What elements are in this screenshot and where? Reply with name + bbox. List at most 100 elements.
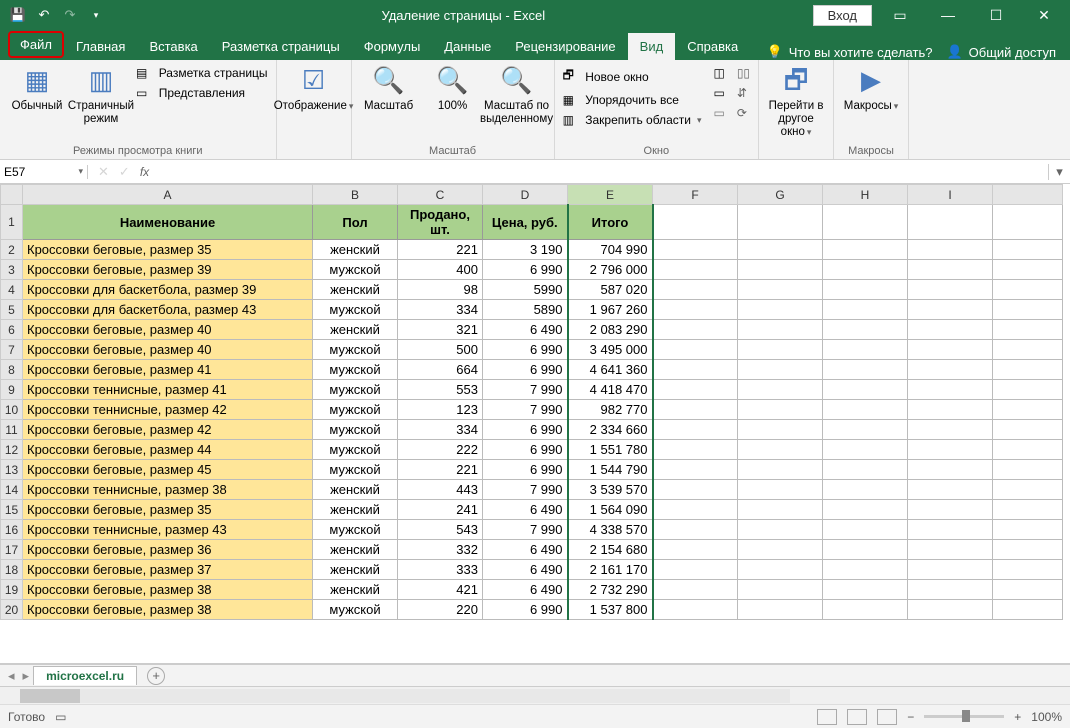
arrange-all-button[interactable]: ▦ Упорядочить все: [563, 91, 702, 109]
cell[interactable]: 6 490: [483, 320, 568, 340]
cell[interactable]: 6 990: [483, 600, 568, 620]
fx-icon[interactable]: fx: [140, 165, 149, 179]
cell[interactable]: Кроссовки беговые, размер 35: [23, 240, 313, 260]
cell[interactable]: Кроссовки беговые, размер 45: [23, 460, 313, 480]
zoom-slider[interactable]: [924, 715, 1004, 718]
cell[interactable]: 704 990: [568, 240, 653, 260]
cell[interactable]: 2 334 660: [568, 420, 653, 440]
tab-help[interactable]: Справка: [675, 33, 750, 60]
name-box[interactable]: E57▾: [0, 165, 88, 179]
new-window-button[interactable]: 🗗 Новое окно: [563, 64, 702, 89]
zoom-selection-button[interactable]: 🔍 Масштаб по выделенному: [488, 64, 546, 126]
new-sheet-button[interactable]: +: [147, 667, 165, 685]
horizontal-scrollbar[interactable]: [0, 686, 1070, 704]
row-header[interactable]: 16: [1, 520, 23, 540]
page-layout-button[interactable]: ▤ Разметка страницы: [136, 64, 268, 82]
cell[interactable]: 2 161 170: [568, 560, 653, 580]
zoom-level[interactable]: 100%: [1031, 710, 1062, 724]
pagebreak-view-button[interactable]: ▥ Страничный режим: [72, 64, 130, 126]
row-header[interactable]: 5: [1, 300, 23, 320]
hide-button[interactable]: ▭: [713, 84, 724, 102]
col-header-b[interactable]: B: [313, 185, 398, 205]
tab-file[interactable]: Файл: [8, 31, 64, 58]
cell[interactable]: 421: [398, 580, 483, 600]
col-header-h[interactable]: H: [823, 185, 908, 205]
cell[interactable]: 123: [398, 400, 483, 420]
col-header-d[interactable]: D: [483, 185, 568, 205]
cell[interactable]: 6 990: [483, 460, 568, 480]
cell[interactable]: 7 990: [483, 400, 568, 420]
cell[interactable]: 587 020: [568, 280, 653, 300]
cell[interactable]: Кроссовки беговые, размер 38: [23, 580, 313, 600]
tab-view[interactable]: Вид: [628, 33, 676, 60]
sheet-tab[interactable]: microexcel.ru: [33, 666, 137, 685]
cell[interactable]: Кроссовки теннисные, размер 43: [23, 520, 313, 540]
cell[interactable]: 543: [398, 520, 483, 540]
cell[interactable]: 6 990: [483, 340, 568, 360]
cell[interactable]: 3 190: [483, 240, 568, 260]
normal-view-icon[interactable]: [817, 709, 837, 725]
col-header-f[interactable]: F: [653, 185, 738, 205]
close-icon[interactable]: ✕: [1024, 0, 1064, 30]
cell[interactable]: 2 083 290: [568, 320, 653, 340]
cancel-icon[interactable]: ✕: [98, 164, 109, 180]
cell[interactable]: мужской: [313, 520, 398, 540]
header-cell[interactable]: Наименование: [23, 205, 313, 240]
cell[interactable]: 1 551 780: [568, 440, 653, 460]
cell[interactable]: женский: [313, 240, 398, 260]
sheet-nav-prev-icon[interactable]: ◂: [0, 668, 23, 684]
cell[interactable]: 1 537 800: [568, 600, 653, 620]
cell[interactable]: 6 490: [483, 560, 568, 580]
save-icon[interactable]: 💾: [6, 3, 30, 27]
cell[interactable]: мужской: [313, 420, 398, 440]
cell[interactable]: мужской: [313, 360, 398, 380]
tab-formulas[interactable]: Формулы: [352, 33, 433, 60]
split-button[interactable]: ◫: [713, 64, 724, 82]
minimize-icon[interactable]: —: [928, 0, 968, 30]
cell[interactable]: женский: [313, 560, 398, 580]
cell[interactable]: женский: [313, 500, 398, 520]
zoom-button[interactable]: 🔍 Масштаб: [360, 64, 418, 113]
row-header[interactable]: 19: [1, 580, 23, 600]
row-header[interactable]: 15: [1, 500, 23, 520]
freeze-panes-button[interactable]: ▥ Закрепить области▾: [563, 111, 702, 129]
cell[interactable]: женский: [313, 280, 398, 300]
tab-insert[interactable]: Вставка: [137, 33, 209, 60]
row-header[interactable]: 1: [1, 205, 23, 240]
cell[interactable]: 553: [398, 380, 483, 400]
cell[interactable]: 6 990: [483, 260, 568, 280]
cell[interactable]: мужской: [313, 260, 398, 280]
cell[interactable]: женский: [313, 320, 398, 340]
cell[interactable]: 6 490: [483, 500, 568, 520]
custom-views-button[interactable]: ▭ Представления: [136, 84, 268, 102]
zoom-in-button[interactable]: +: [1014, 710, 1021, 724]
cell[interactable]: 4 338 570: [568, 520, 653, 540]
col-header-e[interactable]: E: [568, 185, 653, 205]
cell[interactable]: 500: [398, 340, 483, 360]
select-all-button[interactable]: [1, 185, 23, 205]
cell[interactable]: 6 990: [483, 440, 568, 460]
zoom-out-button[interactable]: −: [907, 710, 914, 724]
col-header-i[interactable]: I: [908, 185, 993, 205]
worksheet-grid[interactable]: A B C D E F G H I 1 Наименование Пол Про…: [0, 184, 1070, 664]
cell[interactable]: 3 539 570: [568, 480, 653, 500]
pagelayout-view-icon[interactable]: [847, 709, 867, 725]
cell[interactable]: 334: [398, 420, 483, 440]
pagebreak-view-icon[interactable]: [877, 709, 897, 725]
cell[interactable]: мужской: [313, 400, 398, 420]
cell[interactable]: 1 967 260: [568, 300, 653, 320]
qat-customize-icon[interactable]: ▾: [84, 3, 108, 27]
enter-icon[interactable]: ✓: [119, 164, 130, 180]
header-cell[interactable]: Продано, шт.: [398, 205, 483, 240]
cell[interactable]: 2 796 000: [568, 260, 653, 280]
zoom-100-button[interactable]: 🔍 100%: [424, 64, 482, 113]
cell[interactable]: 5890: [483, 300, 568, 320]
cell[interactable]: мужской: [313, 340, 398, 360]
cell[interactable]: мужской: [313, 460, 398, 480]
row-header[interactable]: 17: [1, 540, 23, 560]
cell[interactable]: 982 770: [568, 400, 653, 420]
cell[interactable]: 6 990: [483, 420, 568, 440]
cell[interactable]: 334: [398, 300, 483, 320]
col-header-a[interactable]: A: [23, 185, 313, 205]
cell[interactable]: 1 544 790: [568, 460, 653, 480]
